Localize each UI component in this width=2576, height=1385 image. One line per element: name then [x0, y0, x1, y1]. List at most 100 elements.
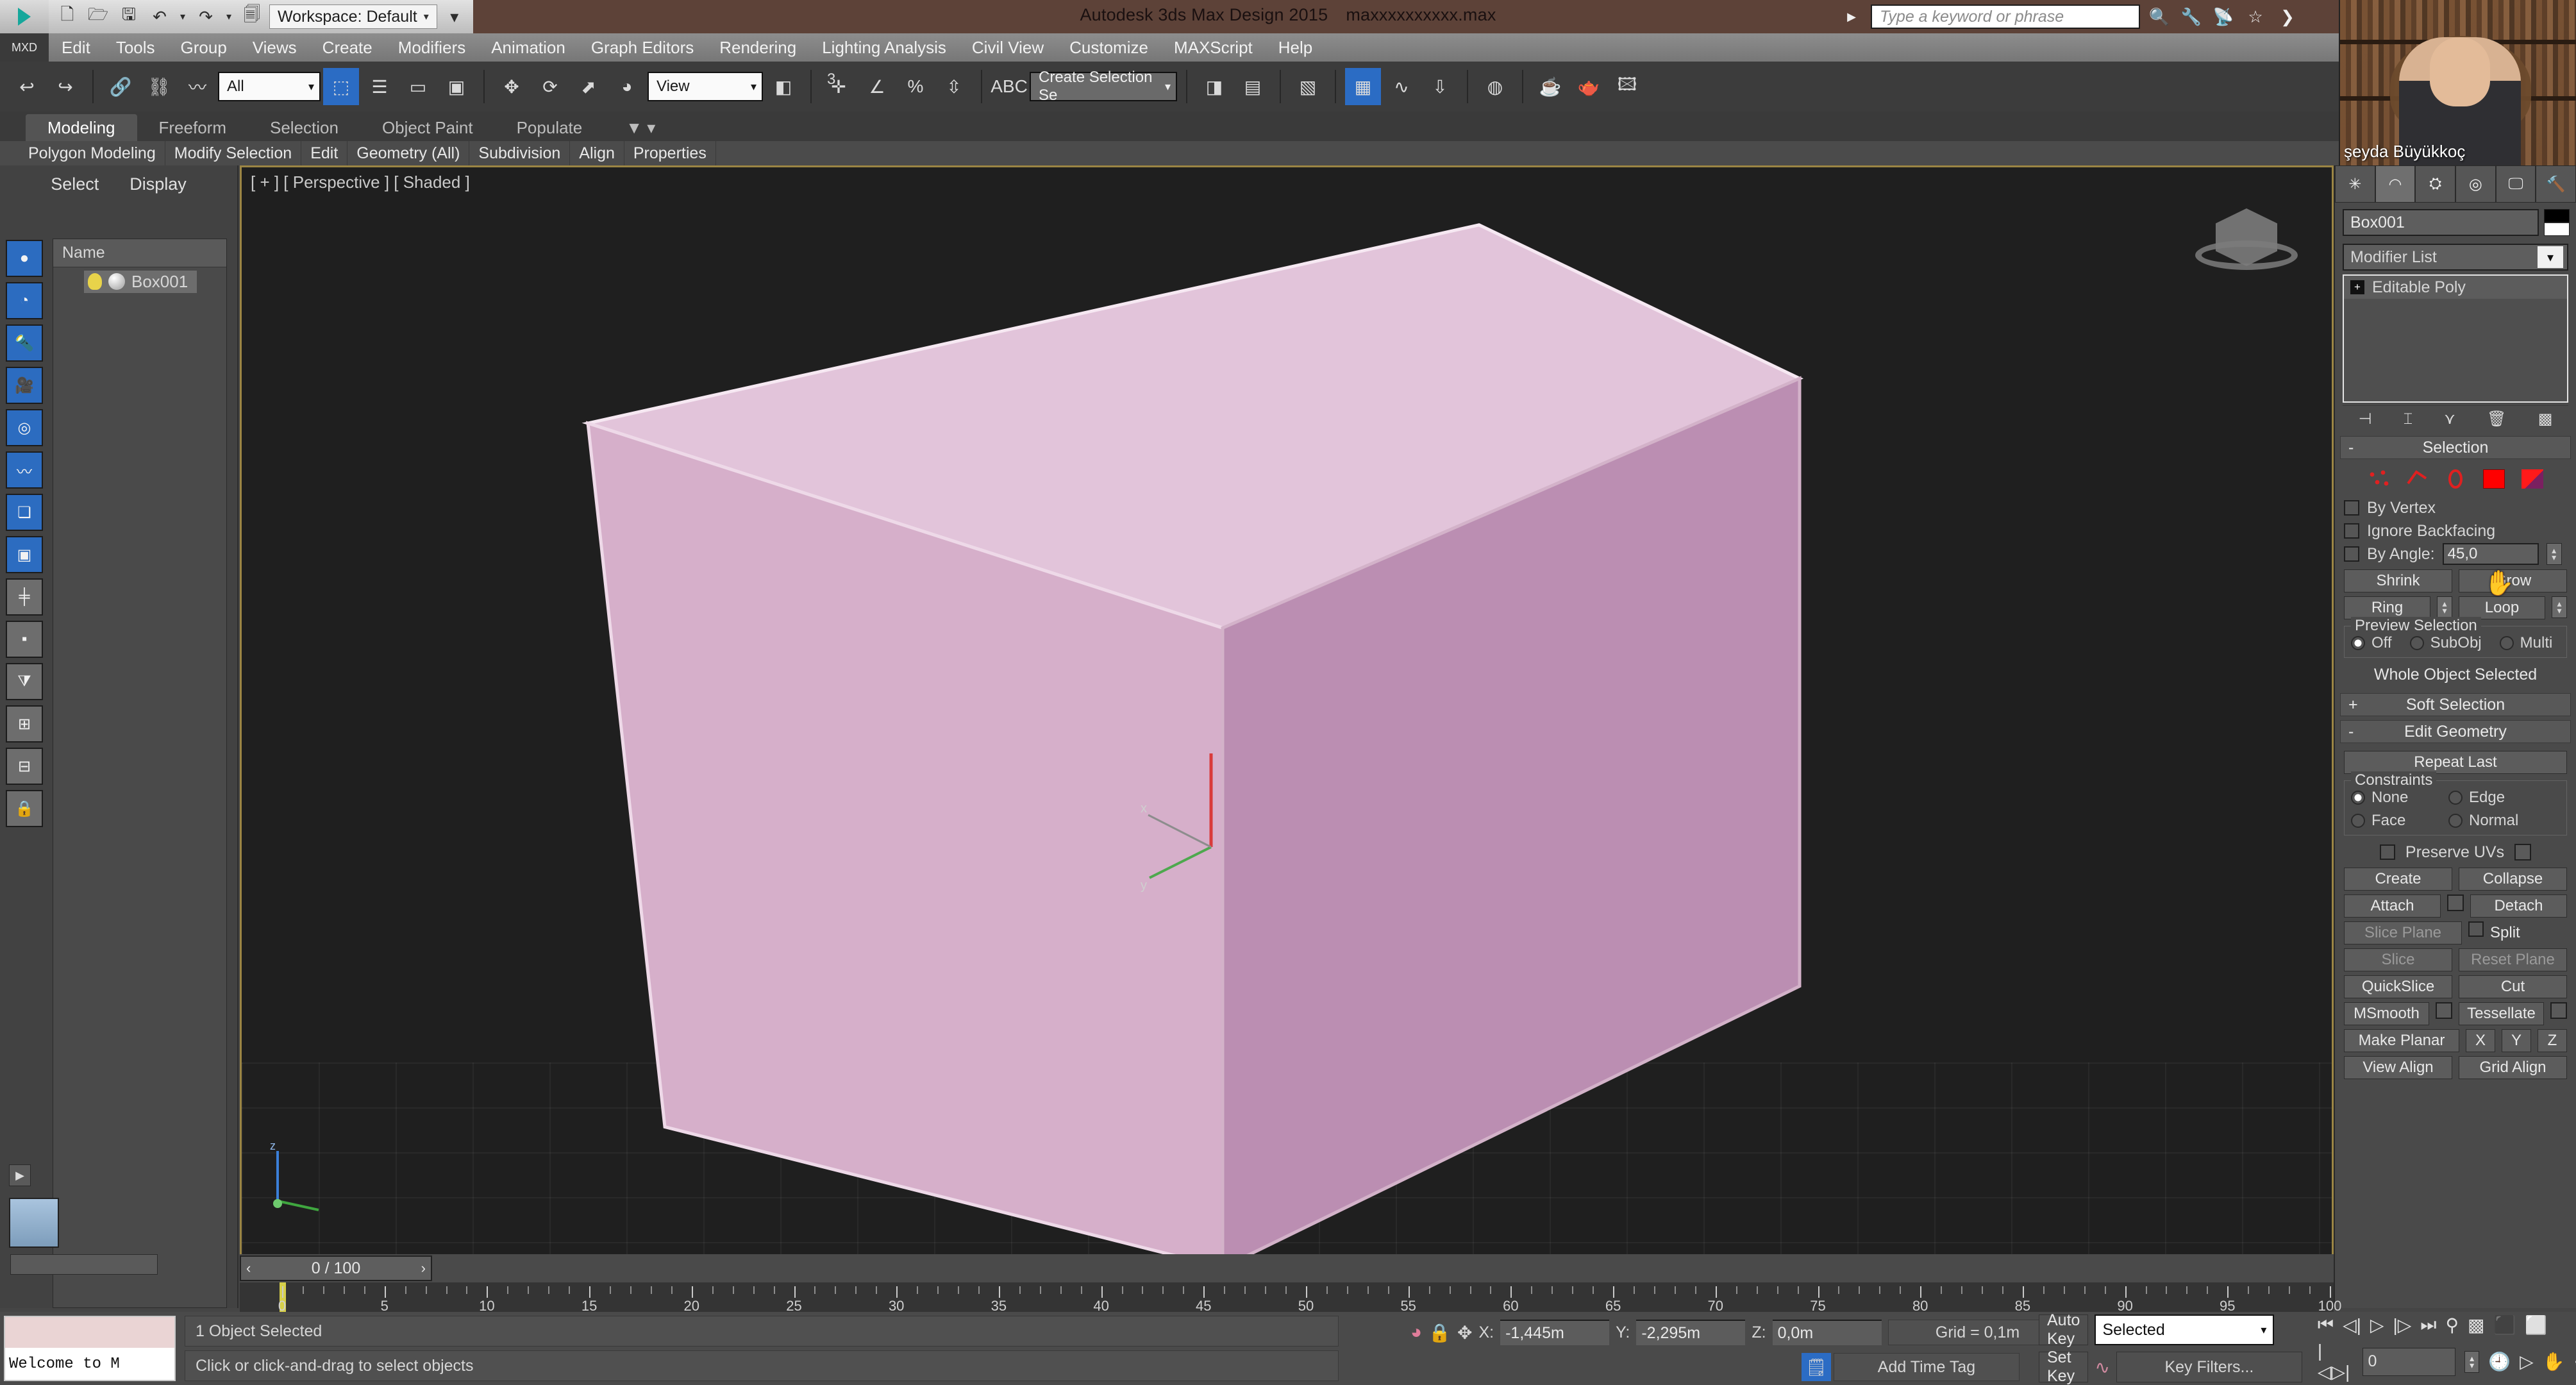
- preview-subobj-radio[interactable]: [2409, 636, 2424, 650]
- absolute-relative-mode-icon[interactable]: ✥: [1457, 1322, 1472, 1343]
- layer-explorer-icon[interactable]: ▧: [1290, 68, 1326, 105]
- element-icon[interactable]: [2522, 469, 2543, 489]
- menu-item-civil-view[interactable]: Civil View: [959, 33, 1057, 62]
- menu-item-graph-editors[interactable]: Graph Editors: [578, 33, 707, 62]
- display-tab[interactable]: 🖵: [2495, 165, 2536, 203]
- box001-mesh[interactable]: [242, 167, 2332, 1255]
- select-by-name-icon[interactable]: ☰: [362, 68, 397, 105]
- ribbon-panel-properties[interactable]: Properties: [624, 141, 716, 165]
- reference-coordinate-dropdown[interactable]: View ▾: [648, 72, 763, 101]
- coord-y-field[interactable]: -2,295m: [1636, 1320, 1746, 1345]
- set-key-curve-icon[interactable]: ∿: [2095, 1357, 2109, 1378]
- add-time-tag-button[interactable]: Add Time Tag: [1834, 1353, 2020, 1381]
- expand-all-icon[interactable]: ⊞: [6, 705, 43, 743]
- collapse-button[interactable]: Collapse: [2459, 868, 2567, 891]
- attach-settings-button[interactable]: [2447, 894, 2464, 911]
- vertex-icon[interactable]: [2368, 469, 2389, 489]
- menu-item-help[interactable]: Help: [1266, 33, 1325, 62]
- ribbon-tab-modeling[interactable]: Modeling: [26, 114, 137, 141]
- time-configuration-icon[interactable]: ▩: [2468, 1314, 2484, 1336]
- constraint-none-radio[interactable]: [2351, 791, 2365, 805]
- rollout-header-edit-geometry[interactable]: - Edit Geometry: [2340, 720, 2571, 743]
- redo-icon[interactable]: ↪: [47, 68, 83, 105]
- binoculars-icon[interactable]: 🔍: [2146, 4, 2172, 29]
- curve-editor-icon[interactable]: ∿: [1384, 68, 1419, 105]
- object-name-field[interactable]: Box001: [2343, 209, 2539, 236]
- ribbon-options-icon[interactable]: ▼ ▾: [604, 114, 677, 141]
- ring-button[interactable]: Ring: [2344, 596, 2430, 619]
- tessellate-button[interactable]: Tessellate: [2459, 1002, 2544, 1025]
- collapse-icon[interactable]: -: [2348, 723, 2354, 741]
- edge-icon[interactable]: [2406, 469, 2428, 489]
- cut-button[interactable]: Cut: [2459, 975, 2567, 998]
- select-and-move-icon[interactable]: ✥: [494, 68, 530, 105]
- helper-icon[interactable]: ◎: [6, 409, 43, 446]
- zoom-extents-selected-icon[interactable]: ⬜: [2525, 1314, 2547, 1336]
- render-production-icon[interactable]: 🖾: [1609, 68, 1645, 105]
- lock-selection-icon[interactable]: 🔒: [1428, 1322, 1451, 1343]
- render-setup-icon[interactable]: ☕: [1532, 68, 1568, 105]
- shrink-button[interactable]: Shrink: [2344, 569, 2452, 592]
- unlink-selection-icon[interactable]: ⛓: [141, 68, 177, 105]
- collapse-icon[interactable]: -: [2348, 439, 2354, 457]
- time-slider-handle[interactable]: ‹ 0 / 100 ›: [240, 1255, 432, 1281]
- camera-icon[interactable]: 🎥: [6, 367, 43, 404]
- bind-to-space-warp-icon[interactable]: 〰: [180, 68, 215, 105]
- modifier-list-dropdown[interactable]: Modifier List ▾: [2343, 244, 2568, 271]
- previous-frame-icon[interactable]: ◁|: [2343, 1314, 2361, 1336]
- menu-item-tools[interactable]: Tools: [103, 33, 168, 62]
- menu-item-edit[interactable]: Edit: [49, 33, 103, 62]
- by-vertex-row[interactable]: By Vertex: [2344, 496, 2567, 519]
- make-planar-z-button[interactable]: Z: [2538, 1029, 2567, 1052]
- transform-gizmo[interactable]: x y: [1139, 744, 1255, 892]
- use-pivot-point-center-icon[interactable]: ◧: [765, 68, 801, 105]
- repeat-last-button[interactable]: Repeat Last: [2344, 751, 2567, 774]
- viewcube[interactable]: [2192, 196, 2301, 279]
- ribbon-tab-populate[interactable]: Populate: [495, 114, 605, 141]
- reset-plane-button[interactable]: Reset Plane: [2459, 948, 2567, 971]
- named-selection-set-dropdown[interactable]: Create Selection Se ▾: [1030, 69, 1177, 104]
- lock-icon[interactable]: 🔒: [6, 790, 43, 827]
- prev-frame-arrow[interactable]: ‹: [246, 1260, 251, 1277]
- mirror-icon[interactable]: ◨: [1196, 68, 1232, 105]
- xref-icon[interactable]: ▣: [6, 536, 43, 573]
- schematic-view-icon[interactable]: ⇩: [1422, 68, 1458, 105]
- key-mode-toggle-icon[interactable]: ⚲: [2445, 1314, 2459, 1336]
- modifier-stack[interactable]: + Editable Poly: [2343, 274, 2568, 403]
- create-button[interactable]: Create: [2344, 868, 2452, 891]
- configure-sets-icon[interactable]: ▩: [2538, 410, 2553, 428]
- wrench-icon[interactable]: 🔧: [2179, 4, 2204, 29]
- preserve-uvs-checkbox[interactable]: [2379, 844, 2395, 860]
- next-frame-arrow[interactable]: ›: [421, 1260, 426, 1277]
- window-crossing-icon[interactable]: ▣: [439, 68, 474, 105]
- play-animation-icon[interactable]: ▷: [2370, 1314, 2384, 1336]
- msmooth-button[interactable]: MSmooth: [2344, 1002, 2429, 1025]
- ribbon-panel-edit[interactable]: Edit: [301, 141, 348, 165]
- expand-modifier-icon[interactable]: +: [2350, 280, 2364, 294]
- key-mode-icon[interactable]: |◁▷|: [2318, 1341, 2354, 1382]
- modify-tab[interactable]: ◠: [2375, 165, 2416, 203]
- ribbon-panel-modify-selection[interactable]: Modify Selection: [165, 141, 302, 165]
- ignore-backfacing-row[interactable]: Ignore Backfacing: [2344, 519, 2567, 542]
- snaps-toggle-icon[interactable]: 3 ✛: [821, 68, 857, 105]
- star-icon[interactable]: ☆: [2243, 4, 2268, 29]
- collapse-all-icon[interactable]: ⊟: [6, 748, 43, 785]
- menu-item-create[interactable]: Create: [310, 33, 385, 62]
- light-icon[interactable]: 🔦: [6, 324, 43, 362]
- orbit-icon[interactable]: ◓: [2574, 1352, 2576, 1372]
- track-bar[interactable]: 0 5 10 15 20 25 30 35 40 45 50 55 60 65 70 75 80 85 90 95 10…: [240, 1282, 2341, 1314]
- loop-spinner[interactable]: ▴ ▾: [2552, 596, 2567, 618]
- grid-align-button[interactable]: Grid Align: [2459, 1056, 2567, 1079]
- scene-explorer-expand-button[interactable]: ▶: [9, 1164, 31, 1186]
- spacewarp-icon[interactable]: 〰: [6, 451, 43, 489]
- split-checkbox[interactable]: [2468, 921, 2484, 937]
- modifier-stack-item[interactable]: + Editable Poly: [2344, 276, 2567, 299]
- maxscript-input-pane[interactable]: Welcome to M: [5, 1348, 174, 1380]
- quickslice-button[interactable]: QuickSlice: [2344, 975, 2452, 998]
- lightbulb-icon[interactable]: [88, 273, 102, 290]
- msmooth-settings-button[interactable]: [2436, 1002, 2452, 1019]
- rectangular-selection-region-icon[interactable]: ▭: [400, 68, 436, 105]
- undo-icon[interactable]: ↩: [9, 68, 45, 105]
- filter-icon[interactable]: ⧩: [6, 663, 43, 700]
- rollout-header-soft-selection[interactable]: + Soft Selection: [2340, 693, 2571, 716]
